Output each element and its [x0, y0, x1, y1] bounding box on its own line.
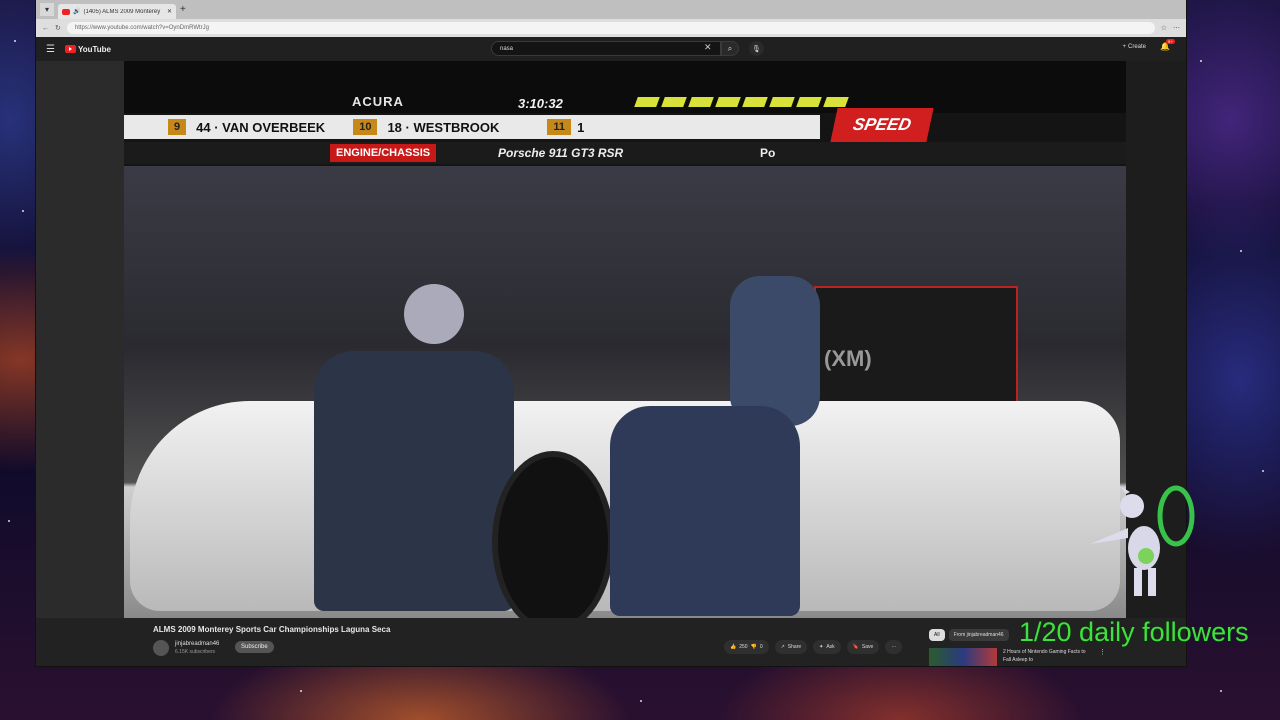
sparkle-icon: ✦ [819, 644, 824, 650]
flag-indicator [634, 97, 849, 107]
engine-chassis-label: ENGINE/CHASSIS [330, 144, 437, 162]
recommendation-title[interactable]: 2 Hours of Nintendo Gaming Facts to Fall… [1003, 648, 1093, 666]
back-icon[interactable]: ← [42, 25, 49, 32]
like-button[interactable]: 👍 250 👎 0 [724, 640, 769, 654]
tab-menu-button[interactable]: ▾ [40, 3, 54, 16]
recommendation-filter-chips: All From jinjabreadman46 [929, 629, 1009, 641]
ticker-driver: 1 [577, 119, 585, 135]
youtube-header: ☰ YouTube nasa ✕ ⌕ 🎙 + Create 🔔 9+ [36, 37, 1186, 61]
share-icon: ↗ [780, 644, 785, 650]
save-button[interactable]: 🔖 Save [846, 640, 880, 654]
car-model-label-cut: Po [760, 146, 776, 160]
new-tab-button[interactable]: + [180, 4, 186, 15]
chip-from-channel[interactable]: From jinjabreadman46 [948, 629, 1009, 641]
crew-member [610, 406, 800, 616]
channel-name[interactable]: jinjabreadman46 [175, 641, 219, 647]
browser-window: ▾ 🔊 (1405) ALMS 2009 Monterey ✕ + ← ↻ ht… [36, 0, 1186, 666]
browser-menu-icon[interactable]: ⋯ [1173, 24, 1180, 32]
search-input[interactable]: nasa [491, 41, 721, 56]
plus-icon: + [1122, 44, 1126, 50]
extensions-icon[interactable]: ☆ [1161, 24, 1167, 32]
chip-all[interactable]: All [929, 629, 945, 641]
tab-strip: ▾ 🔊 (1405) ALMS 2009 Monterey ✕ + [36, 0, 1186, 19]
ask-button[interactable]: ✦ Ask [813, 640, 841, 654]
tire [492, 451, 614, 618]
crew-member [314, 351, 514, 611]
share-button[interactable]: ↗ Share [774, 640, 808, 654]
notifications-button[interactable]: 🔔 9+ [1160, 39, 1175, 51]
position-ticker: 9 44 · VAN OVERBEEK 10 18 · WESTBROOK 11… [124, 115, 820, 139]
xm-logo: (XM) [824, 346, 872, 371]
car-model-label: Porsche 911 GT3 RSR [498, 146, 624, 160]
bookmark-icon: 🔖 [852, 644, 859, 650]
race-clock: 3:10:32 [518, 96, 563, 111]
broadcast-info-bar [124, 142, 1126, 164]
clear-search-icon[interactable]: ✕ [704, 42, 712, 53]
acura-logo: ACURA [352, 94, 404, 109]
create-button[interactable]: + Create [1122, 44, 1146, 50]
tab-youtube[interactable]: 🔊 (1405) ALMS 2009 Monterey ✕ [58, 4, 176, 19]
share-label: Share [787, 644, 802, 650]
youtube-favicon-icon [62, 8, 70, 15]
tab-title: (1405) ALMS 2009 Monterey [83, 8, 161, 15]
mewtwo-sprite-icon [1090, 485, 1195, 596]
url-field[interactable]: https://www.youtube.com/watch?v=OynDmRWt… [66, 22, 1155, 34]
address-bar: ← ↻ https://www.youtube.com/watch?v=OynD… [36, 19, 1186, 37]
voice-search-button[interactable]: 🎙 [749, 41, 764, 56]
subscriber-count: 6.15K subscribers [175, 649, 216, 655]
youtube-logo-text: YouTube [77, 44, 111, 54]
dislike-count: 0 [759, 644, 763, 650]
daily-followers-counter: 1/20 daily followers [1019, 617, 1249, 647]
ticker-driver: 18 · WESTBROOK [387, 119, 500, 135]
video-player[interactable]: ACURA 3:10:32 9 44 · VAN OVERBEEK 10 18 … [124, 61, 1126, 618]
thumbs-up-icon: 👍 [730, 644, 737, 650]
notification-badge: 9+ [1166, 39, 1175, 44]
crew-member [730, 276, 820, 426]
speed-channel-logo: SPEED [830, 108, 934, 142]
mic-icon: 🎙 [752, 45, 761, 53]
speaker-icon: 🔊 [73, 9, 81, 15]
more-vert-icon[interactable]: ⋮ [1099, 648, 1106, 666]
search-icon: ⌕ [727, 43, 733, 53]
close-tab-icon[interactable]: ✕ [167, 8, 172, 15]
video-title: ALMS 2009 Monterey Sports Car Championsh… [153, 625, 391, 634]
crew-helmet [404, 284, 464, 344]
ask-label: Ask [826, 644, 835, 650]
ticker-driver: 44 · VAN OVERBEEK [196, 119, 326, 135]
recommendation-item[interactable]: 2 Hours of Nintendo Gaming Facts to Fall… [929, 648, 1106, 666]
search-button[interactable]: ⌕ [721, 41, 739, 56]
ticker-position: 10 [353, 119, 378, 135]
youtube-logo[interactable]: YouTube [64, 44, 111, 54]
more-actions-button[interactable]: ··· [885, 640, 903, 654]
reload-icon[interactable]: ↻ [55, 24, 61, 32]
subscribe-button[interactable]: Subscribe [235, 641, 274, 653]
ticker-position: 9 [168, 119, 187, 135]
ticker-position: 11 [547, 119, 572, 135]
pit-stop-scene: (XM) [124, 166, 1126, 618]
avatar[interactable] [153, 640, 169, 656]
video-actions: 👍 250 👎 0 ↗ Share ✦ Ask 🔖 Save ··· [724, 640, 903, 654]
save-label: Save [861, 644, 874, 650]
thumbs-down-icon[interactable]: 👎 [751, 644, 757, 650]
youtube-play-icon [64, 45, 76, 53]
broadcast-top-bar [124, 61, 1126, 113]
hamburger-menu-icon[interactable]: ☰ [46, 44, 55, 55]
recommendation-thumbnail[interactable] [929, 648, 997, 666]
create-label: Create [1127, 44, 1146, 50]
like-count: 250 [739, 644, 748, 650]
